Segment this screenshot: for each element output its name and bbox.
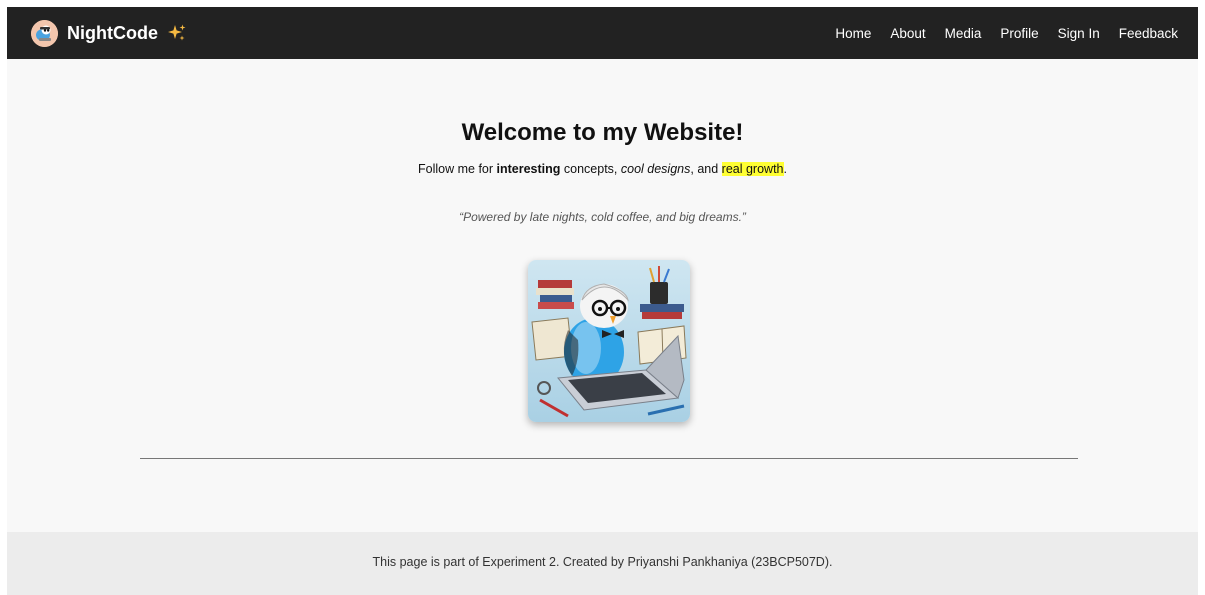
navbar: NightCode Home About Media Profile Sign … (7, 7, 1198, 59)
nav-profile-link[interactable]: Profile (1000, 26, 1038, 41)
nav-sign-in-link[interactable]: Sign In (1058, 26, 1100, 41)
hero-section: Welcome to my Website! Follow me for int… (7, 59, 1198, 225)
intro-bold: interesting (496, 162, 561, 176)
nav-about-link[interactable]: About (890, 26, 925, 41)
brand[interactable]: NightCode (31, 19, 187, 47)
bird-logo-icon (31, 19, 58, 47)
intro-prefix: Follow me for (418, 162, 497, 176)
nav-links: Home About Media Profile Sign In Feedbac… (835, 26, 1178, 41)
intro-suffix: . (783, 162, 787, 176)
intro-middle: concepts, (560, 162, 621, 176)
footer-text: This page is part of Experiment 2. Creat… (372, 554, 833, 569)
page-title: Welcome to my Website! (461, 119, 744, 146)
budgie-coder-illustration (528, 260, 690, 422)
nav-media-link[interactable]: Media (945, 26, 982, 41)
intro-highlight: real growth (721, 162, 784, 176)
footer: This page is part of Experiment 2. Creat… (7, 532, 1198, 595)
nav-feedback-link[interactable]: Feedback (1119, 26, 1178, 41)
intro-italic: cool designs (620, 162, 691, 176)
page-frame: / NightCode (7, 7, 1198, 595)
sparkles-icon (167, 23, 187, 43)
intro-and: , and (690, 162, 722, 176)
section-divider (140, 458, 1078, 459)
intro-text: Follow me for interesting concepts, cool… (7, 161, 1198, 177)
quote-text: “Powered by late nights, cold coffee, an… (459, 210, 746, 224)
nav-home-link[interactable]: Home (835, 26, 871, 41)
brand-name: NightCode (67, 22, 158, 43)
